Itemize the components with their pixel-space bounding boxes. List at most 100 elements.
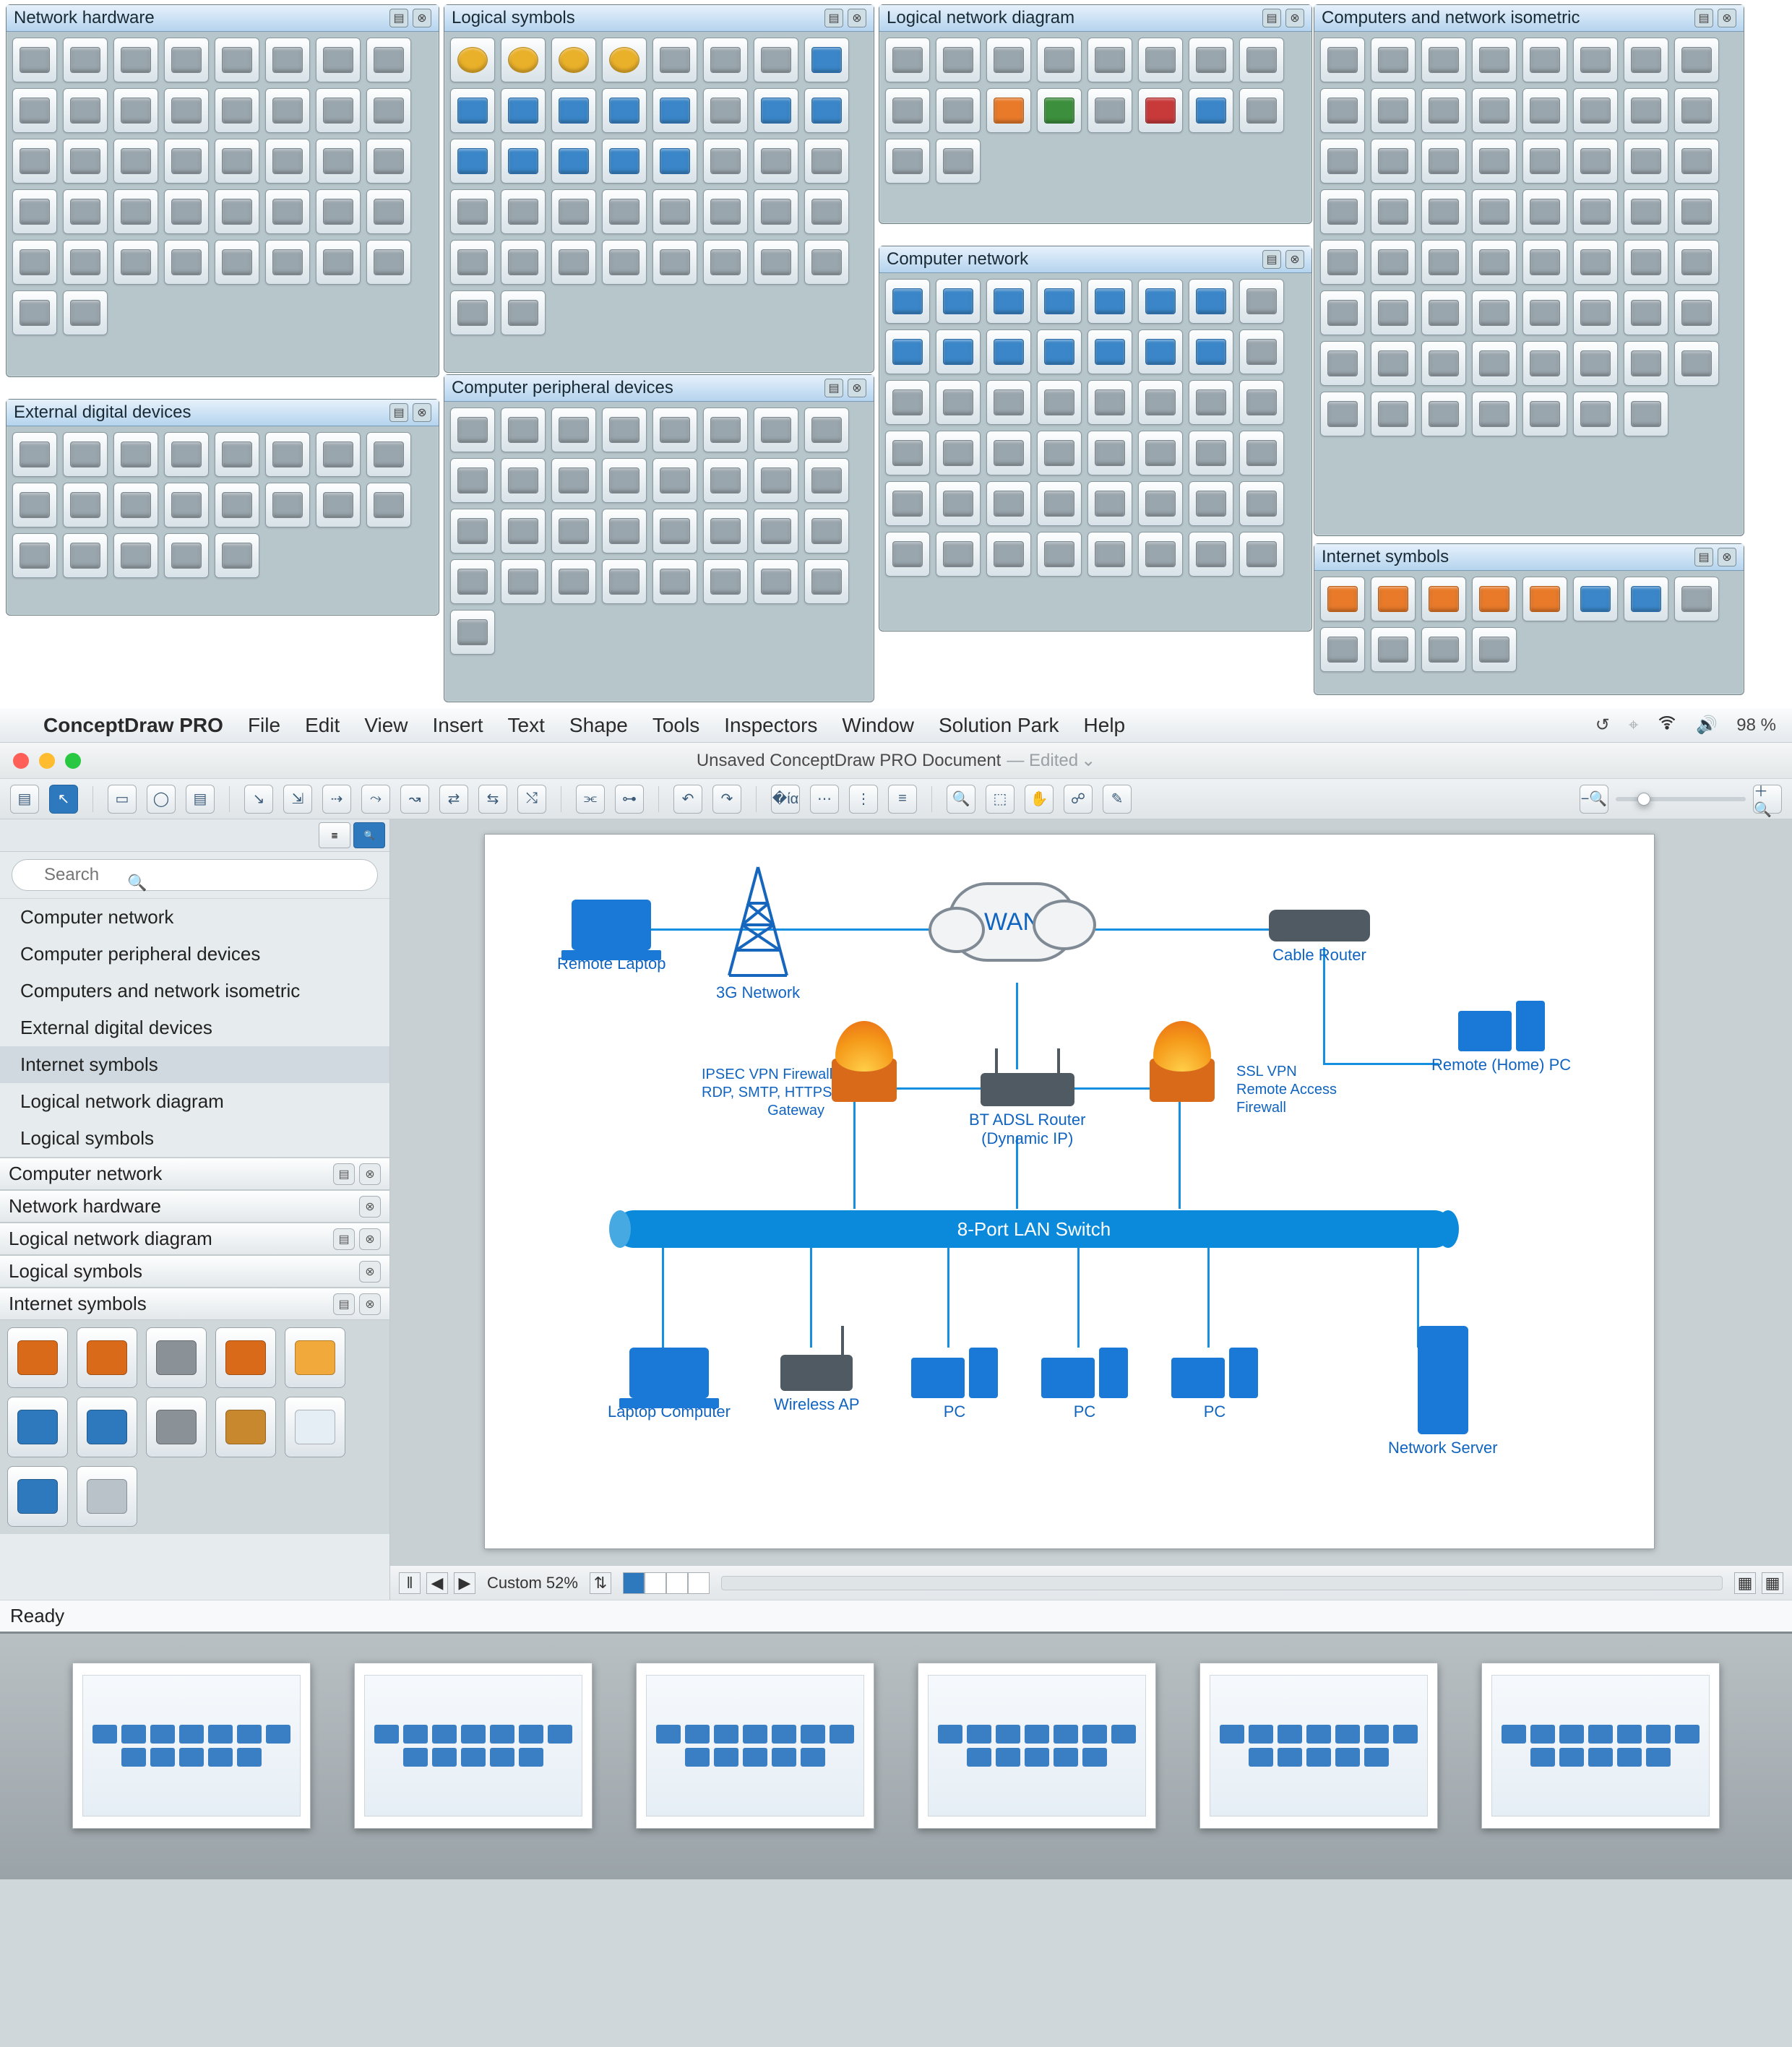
- stencil-item[interactable]: [1674, 341, 1719, 386]
- stencil-item[interactable]: [1189, 329, 1233, 374]
- palette-iso[interactable]: Computers and network isometric▤⊗: [1314, 4, 1744, 536]
- stencil-item[interactable]: [703, 458, 748, 503]
- open-library-header[interactable]: Computer network▤⊗: [0, 1158, 389, 1190]
- palette-save-icon[interactable]: ▤: [1694, 548, 1713, 566]
- stencil-item[interactable]: [1371, 627, 1416, 672]
- stencil-item[interactable]: [450, 88, 495, 133]
- stencil-item[interactable]: [1624, 38, 1668, 82]
- stencil-item[interactable]: [1239, 481, 1284, 526]
- stencil-item[interactable]: [1037, 431, 1082, 475]
- stencil-item[interactable]: [1371, 341, 1416, 386]
- stencil-item[interactable]: [1239, 329, 1284, 374]
- stencil-item[interactable]: [703, 509, 748, 553]
- stencil-item[interactable]: [265, 432, 310, 477]
- palette-save-icon[interactable]: ▤: [824, 9, 843, 27]
- stencil-item[interactable]: [1421, 290, 1466, 335]
- stencil-item[interactable]: [1472, 88, 1517, 133]
- stencil-item[interactable]: [1371, 38, 1416, 82]
- stencil-item[interactable]: [1037, 481, 1082, 526]
- stencil-item[interactable]: [63, 432, 108, 477]
- menu-view[interactable]: View: [364, 714, 408, 737]
- eyedropper-button[interactable]: ✎: [1103, 785, 1132, 814]
- stencil-item[interactable]: [450, 290, 495, 335]
- gallery-thumbnail[interactable]: [636, 1663, 874, 1829]
- stencil-item[interactable]: [1573, 577, 1618, 621]
- stencil-item[interactable]: [885, 139, 930, 184]
- stencil-item[interactable]: [1674, 88, 1719, 133]
- stencil-item[interactable]: [113, 432, 158, 477]
- library-list-item[interactable]: Computer network: [0, 899, 389, 936]
- stencil-item[interactable]: [1573, 38, 1618, 82]
- library-stencil-item[interactable]: [77, 1466, 137, 1527]
- zoom-window-button[interactable]: [65, 753, 81, 769]
- menu-window[interactable]: Window: [842, 714, 914, 737]
- minimize-window-button[interactable]: [39, 753, 55, 769]
- connector[interactable]: [662, 1239, 664, 1348]
- stencil-item[interactable]: [215, 189, 259, 234]
- collapse-sidebar-icon[interactable]: ‖: [399, 1572, 421, 1594]
- palette-comp_net[interactable]: Computer network▤⊗: [879, 246, 1312, 632]
- stencil-item[interactable]: [754, 38, 798, 82]
- stencil-item[interactable]: [63, 240, 108, 285]
- stencil-item[interactable]: [602, 458, 647, 503]
- stencil-item[interactable]: [754, 509, 798, 553]
- stencil-item[interactable]: [551, 458, 596, 503]
- stencil-item[interactable]: [885, 38, 930, 82]
- palette-save-icon[interactable]: ▤: [1262, 250, 1281, 269]
- stencil-item[interactable]: [501, 290, 546, 335]
- stencil-item[interactable]: [366, 432, 411, 477]
- stencil-item[interactable]: [754, 408, 798, 452]
- zoom-out-button[interactable]: −🔍: [1580, 785, 1608, 814]
- gallery-thumbnail[interactable]: [72, 1663, 311, 1829]
- stencil-item[interactable]: [652, 458, 697, 503]
- palette-close-icon[interactable]: ⊗: [1285, 250, 1304, 269]
- gallery-thumbnail[interactable]: [918, 1663, 1156, 1829]
- stencil-item[interactable]: [1421, 139, 1466, 184]
- library-search-input[interactable]: [12, 859, 378, 891]
- stencil-item[interactable]: [63, 533, 108, 578]
- stencil-item[interactable]: [164, 432, 209, 477]
- stencil-item[interactable]: [1087, 38, 1132, 82]
- stencil-item[interactable]: [450, 139, 495, 184]
- stencil-item[interactable]: [113, 533, 158, 578]
- page-thumbs-button[interactable]: ▦: [1734, 1572, 1756, 1594]
- stencil-item[interactable]: [450, 458, 495, 503]
- stencil-item[interactable]: [986, 481, 1031, 526]
- stencil-item[interactable]: [1472, 341, 1517, 386]
- stencil-item[interactable]: [1087, 431, 1132, 475]
- pc-shape[interactable]: [1171, 1348, 1258, 1398]
- stencil-item[interactable]: [551, 509, 596, 553]
- wireless-ap-shape[interactable]: [780, 1355, 853, 1391]
- library-stencil-item[interactable]: [77, 1327, 137, 1388]
- open-library-header[interactable]: Network hardware⊗: [0, 1190, 389, 1223]
- stencil-item[interactable]: [1087, 329, 1132, 374]
- first-page-button[interactable]: ◀: [426, 1572, 448, 1594]
- stencil-item[interactable]: [1320, 189, 1365, 234]
- stencil-item[interactable]: [936, 532, 981, 577]
- palette-close-icon[interactable]: ⊗: [848, 9, 866, 27]
- stencil-item[interactable]: [1037, 279, 1082, 324]
- stencil-item[interactable]: [885, 431, 930, 475]
- zoom-stepper[interactable]: ⇅: [590, 1572, 611, 1594]
- wan-cloud-shape[interactable]: WAN: [947, 882, 1077, 962]
- stencil-item[interactable]: [215, 88, 259, 133]
- stencil-item[interactable]: [265, 139, 310, 184]
- stencil-item[interactable]: [986, 279, 1031, 324]
- stencil-item[interactable]: [1138, 532, 1183, 577]
- menu-solution-park[interactable]: Solution Park: [939, 714, 1059, 737]
- stencil-item[interactable]: [1522, 290, 1567, 335]
- stencil-item[interactable]: [215, 533, 259, 578]
- palette-save-icon[interactable]: ▤: [389, 403, 408, 422]
- gallery-thumbnail[interactable]: [354, 1663, 593, 1829]
- stencil-item[interactable]: [754, 458, 798, 503]
- stencil-item[interactable]: [936, 38, 981, 82]
- ipsec-firewall-shape[interactable]: [832, 1059, 897, 1102]
- stencil-item[interactable]: [1239, 38, 1284, 82]
- stencil-item[interactable]: [1087, 481, 1132, 526]
- page-tab-4[interactable]: [688, 1572, 710, 1594]
- stencil-item[interactable]: [885, 481, 930, 526]
- stencil-item[interactable]: [316, 139, 361, 184]
- stencil-item[interactable]: [1087, 279, 1132, 324]
- stencil-item[interactable]: [602, 189, 647, 234]
- stencil-item[interactable]: [164, 533, 209, 578]
